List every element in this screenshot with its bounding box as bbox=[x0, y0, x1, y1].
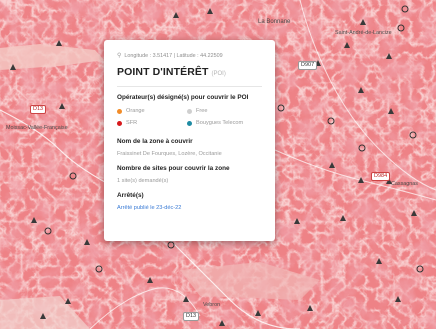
operator-sfr: SFR bbox=[117, 120, 187, 126]
operators-heading: Opérateur(s) désigné(s) pour couvrir le … bbox=[117, 94, 249, 101]
bouygues-dot-icon bbox=[187, 120, 192, 126]
place-label: Cassagnas bbox=[391, 181, 418, 187]
coordinates-text: Longitude : 3.51417 | Latitude : 44.2250… bbox=[124, 52, 223, 59]
coordinates-row: ⚲ Longitude : 3.51417 | Latitude : 44.22… bbox=[117, 52, 262, 60]
operator-name: Orange bbox=[126, 108, 145, 114]
operator-name: Bouygues Telecom bbox=[196, 120, 244, 126]
divider bbox=[117, 86, 262, 87]
coverage-map[interactable]: La Bonnane Saint-André-de-Lancize Moissa… bbox=[0, 0, 436, 329]
arrete-heading: Arrêté(s) bbox=[117, 192, 144, 199]
place-label: Vebron bbox=[203, 302, 221, 308]
operator-list: Orange Free SFR Bouygues Telecom bbox=[117, 108, 262, 126]
sites-heading: Nombre de sites pour couvrir la zone bbox=[117, 165, 230, 172]
popup-title: POINT D'INTÉRÊT bbox=[117, 66, 209, 78]
operator-orange: Orange bbox=[117, 108, 187, 114]
location-pin-icon: ⚲ bbox=[117, 53, 122, 59]
operator-name: Free bbox=[196, 108, 208, 114]
orange-dot-icon bbox=[117, 108, 122, 114]
free-dot-icon bbox=[187, 108, 192, 114]
sfr-dot-icon bbox=[117, 120, 122, 126]
place-label: La Bonnane bbox=[258, 19, 291, 25]
popup-header: POINT D'INTÉRÊT (POI) bbox=[117, 66, 262, 78]
operator-name: SFR bbox=[126, 120, 138, 126]
poi-tag: (POI) bbox=[211, 71, 226, 77]
place-label: Moissac-Vallée-Française bbox=[6, 125, 68, 131]
road-label: D984 bbox=[371, 172, 391, 181]
zone-heading: Nom de la zone à couvrir bbox=[117, 138, 193, 145]
road-label: D907 bbox=[298, 61, 318, 70]
place-label: Saint-André-de-Lancize bbox=[335, 30, 392, 36]
operator-bouygues: Bouygues Telecom bbox=[187, 120, 257, 126]
arrete-link[interactable]: Arrêté publié le 23-déc-22 bbox=[117, 205, 262, 211]
road-label: D13 bbox=[30, 105, 47, 114]
operator-free: Free bbox=[187, 108, 257, 114]
road-label: D13 bbox=[183, 312, 200, 321]
poi-popup: ⚲ Longitude : 3.51417 | Latitude : 44.22… bbox=[104, 40, 275, 241]
